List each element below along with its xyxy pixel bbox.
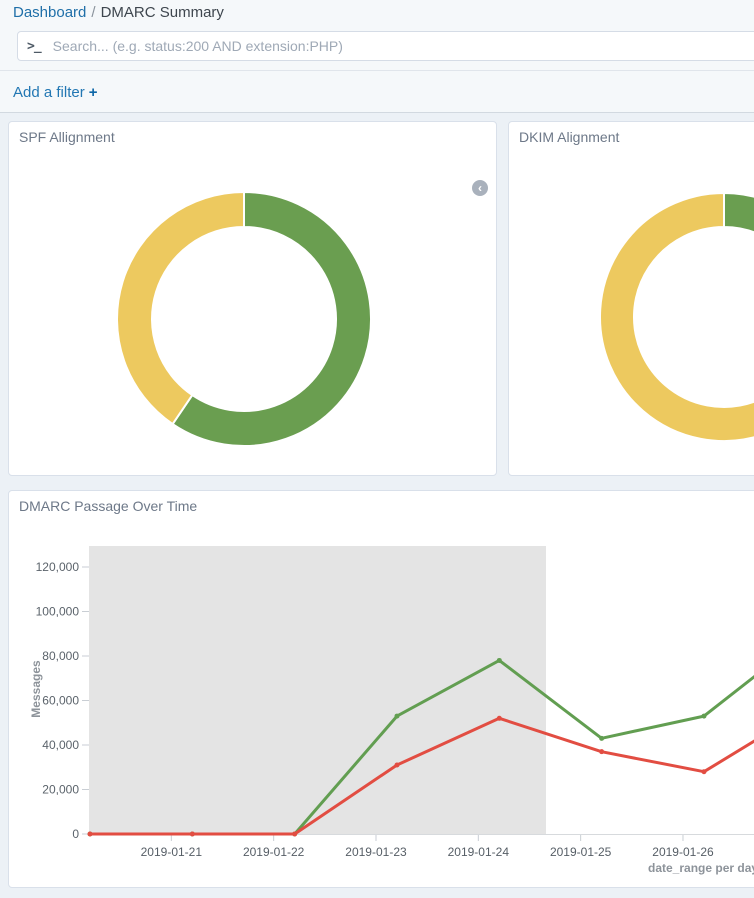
x-tick-label: 2019-01-22 xyxy=(243,845,305,859)
breadcrumb-dashboard-link[interactable]: Dashboard xyxy=(13,4,86,21)
y-tick-label: 60,000 xyxy=(42,694,79,708)
breadcrumb-separator: / xyxy=(91,4,95,21)
spf-donut-chart[interactable] xyxy=(9,122,496,475)
add-filter-link[interactable]: Add a filter+ xyxy=(13,84,97,101)
y-tick-label: 40,000 xyxy=(42,738,79,752)
panel-dkim-alignment: DKIM Alignment xyxy=(508,121,754,476)
data-point-red[interactable] xyxy=(88,832,93,837)
x-tick-label: 2019-01-26 xyxy=(652,845,714,859)
panel-spf-alignment: SPF Allignment ‹ xyxy=(8,121,497,476)
x-tick-label: 2019-01-24 xyxy=(448,845,510,859)
data-point-green[interactable] xyxy=(599,736,604,741)
breadcrumb: Dashboard / DMARC Summary xyxy=(13,4,224,21)
query-header: Dashboard / DMARC Summary >_ Add a filter+ xyxy=(0,0,754,113)
dkim-donut-chart[interactable] xyxy=(509,122,754,475)
terminal-prompt-icon: >_ xyxy=(27,39,41,54)
y-tick-label: 80,000 xyxy=(42,649,79,663)
data-point-red[interactable] xyxy=(497,716,502,721)
data-point-green[interactable] xyxy=(394,714,399,719)
y-tick-label: 0 xyxy=(72,827,79,841)
data-point-red[interactable] xyxy=(190,832,195,837)
x-tick-label: 2019-01-21 xyxy=(141,845,203,859)
y-axis-title: Messages xyxy=(29,660,43,718)
dmarc-line-chart[interactable]: 0 20,000 40,000 60,000 80,000 100,000 120,000 2… xyxy=(9,491,754,887)
search-bar[interactable]: >_ xyxy=(17,31,754,61)
data-point-red[interactable] xyxy=(599,749,604,754)
data-point-red[interactable] xyxy=(292,832,297,837)
y-tick-label: 20,000 xyxy=(42,783,79,797)
donut-slice-yellow[interactable] xyxy=(117,192,244,424)
data-point-green[interactable] xyxy=(701,714,706,719)
x-tick-label: 2019-01-25 xyxy=(550,845,612,859)
data-point-red[interactable] xyxy=(701,769,706,774)
panel-dmarc-passage: DMARC Passage Over Time 020,00040,00060,… xyxy=(8,490,754,888)
plus-icon: + xyxy=(89,84,98,101)
y-tick-label: 120,000 xyxy=(36,560,80,574)
y-tick-label: 100,000 xyxy=(36,605,80,619)
data-point-green[interactable] xyxy=(497,658,502,663)
donut-slice-yellow[interactable] xyxy=(600,193,754,441)
donut-slice-green[interactable] xyxy=(724,193,754,233)
querybar-divider xyxy=(0,70,754,71)
x-axis-title: date_range per day xyxy=(648,861,754,875)
page-title: DMARC Summary xyxy=(101,4,224,21)
data-point-red[interactable] xyxy=(394,763,399,768)
time-filter-selection[interactable] xyxy=(89,546,546,834)
x-tick-label: 2019-01-23 xyxy=(345,845,407,859)
add-filter-label: Add a filter xyxy=(13,84,85,101)
search-input[interactable] xyxy=(51,37,754,55)
